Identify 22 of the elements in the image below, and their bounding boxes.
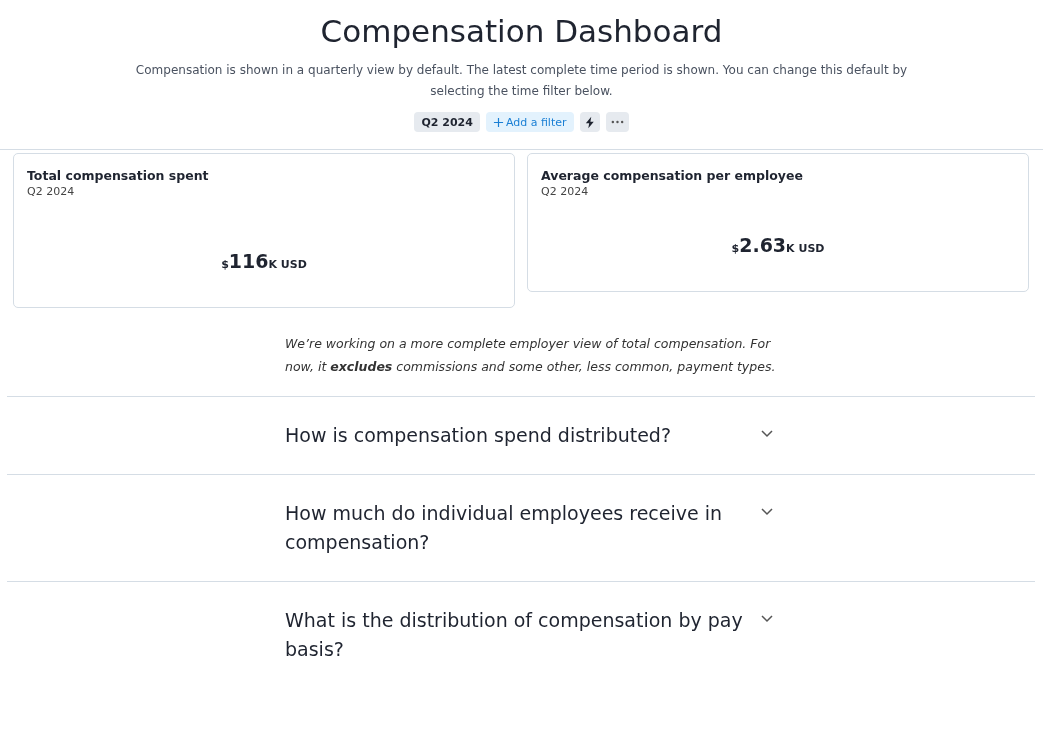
card-period: Q2 2024: [27, 185, 76, 198]
metric-value: $116K USD: [220, 250, 308, 272]
chevron-icon[interactable]: [761, 508, 773, 516]
section-question: How much do individual employees receive in compensation?: [285, 501, 724, 555]
metric-value: $2.63K USD: [730, 234, 826, 256]
section-question: How is compensation spend distributed?: [285, 423, 672, 448]
add-filter-button[interactable]: Add a filter: [485, 112, 574, 132]
bolt-button[interactable]: [579, 112, 600, 132]
section-question: What is the distribution of compensation by pay basis?: [285, 608, 744, 662]
card-title: Average compensation per employee: [541, 168, 804, 183]
description: Compensation is shown in a quarterly view by default. The latest complete time period is shown. You can change this default by selecting the time filter below.: [134, 62, 909, 100]
more-button[interactable]: [605, 112, 629, 132]
lightning-icon: [584, 115, 595, 129]
plus-icon: [492, 116, 504, 128]
time-filter-button[interactable]: Q2 2024: [414, 112, 480, 132]
chevron-icon[interactable]: [761, 430, 773, 438]
note-text: We’re working on a more complete employer view of total compensation. For now, it excludes commissions and some other, less common, payment types.: [285, 335, 777, 376]
more-icon: [610, 120, 624, 124]
page-title: Compensation Dashboard: [319, 12, 724, 50]
card-title: Total compensation spent: [27, 168, 210, 183]
card-period: Q2 2024: [541, 185, 590, 198]
chevron-icon[interactable]: [761, 615, 773, 623]
